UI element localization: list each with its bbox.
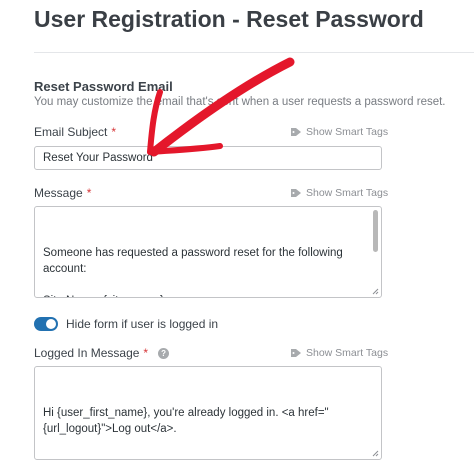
logged-in-message-label-text: Logged In Message <box>34 346 140 360</box>
required-marker: * <box>86 186 92 200</box>
email-subject-input[interactable]: Reset Your Password <box>34 146 382 170</box>
header-divider <box>34 52 474 53</box>
email-subject-smart-tags-link[interactable]: Show Smart Tags <box>290 126 388 138</box>
toggle-knob <box>46 319 56 329</box>
message-textarea[interactable]: Someone has requested a password reset f… <box>34 206 382 298</box>
logged-in-message-label: Logged In Message *? <box>34 346 170 360</box>
tag-icon <box>291 189 301 197</box>
scrollbar[interactable] <box>373 210 378 252</box>
required-marker: * <box>111 125 117 139</box>
smart-tags-label: Show Smart Tags <box>306 347 389 359</box>
resize-grip-icon[interactable] <box>372 288 379 295</box>
logged-in-message-smart-tags-link[interactable]: Show Smart Tags <box>290 347 388 359</box>
email-subject-label-text: Email Subject <box>34 125 108 139</box>
section-description: You may customize the email that's sent … <box>34 96 446 108</box>
question-circle-icon[interactable]: ? <box>158 348 170 359</box>
logged-in-message-textarea[interactable]: Hi {user_first_name}, you're already log… <box>34 366 382 460</box>
hide-form-toggle-label: Hide form if user is logged in <box>66 317 219 331</box>
message-label: Message * <box>34 186 91 200</box>
email-subject-label: Email Subject * <box>34 125 116 139</box>
page-title: User Registration - Reset Password <box>34 6 424 32</box>
logged-in-message-text: Hi {user_first_name}, you're already log… <box>43 407 329 435</box>
message-label-text: Message <box>34 186 83 200</box>
message-smart-tags-link[interactable]: Show Smart Tags <box>290 187 388 199</box>
section-title: Reset Password Email <box>34 79 173 94</box>
message-text: Someone has requested a password reset f… <box>43 247 343 297</box>
required-marker: * <box>143 346 149 360</box>
smart-tags-label: Show Smart Tags <box>306 126 389 138</box>
resize-grip-icon[interactable] <box>372 450 379 457</box>
tag-icon <box>291 349 301 357</box>
smart-tags-label: Show Smart Tags <box>306 187 389 199</box>
tag-icon <box>291 128 301 136</box>
hide-form-toggle[interactable] <box>34 317 58 331</box>
